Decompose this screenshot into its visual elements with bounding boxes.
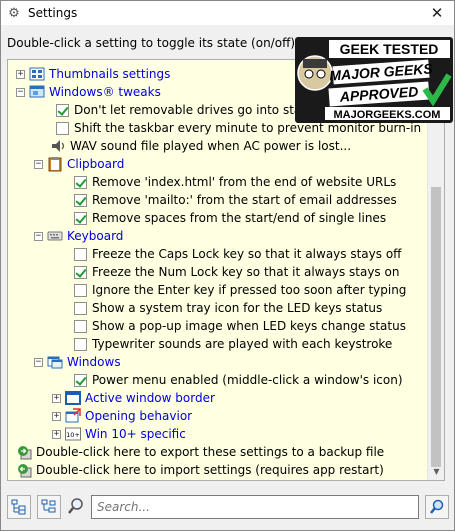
row-label: Freeze the Caps Lock key so that it alwa… <box>92 247 402 261</box>
row-label: Windows <box>67 355 121 369</box>
checkbox-unchecked[interactable] <box>56 121 69 135</box>
windows-tweaks-icon <box>29 84 45 100</box>
checkbox-checked[interactable] <box>74 265 87 279</box>
row-label: Remove 'index.html' from the end of webs… <box>92 175 397 189</box>
row-label: Double-click here to export these settin… <box>36 445 385 459</box>
row-label: Thumbnails settings <box>49 67 171 81</box>
clipboard-icon <box>47 156 63 172</box>
action-row[interactable]: WAV sound file played when AC power is l… <box>50 137 351 155</box>
checkbox-checked[interactable] <box>74 373 87 387</box>
tree-node[interactable]: − Keyboard <box>34 227 123 245</box>
keyboard-icon <box>47 228 63 244</box>
row-label: Show a system tray icon for the LED keys… <box>92 301 383 315</box>
search-input[interactable] <box>91 495 419 519</box>
expand-node-icon[interactable]: + <box>16 69 25 79</box>
row-label: Ignore the Enter key if pressed too soon… <box>92 283 407 297</box>
checkbox-checked[interactable] <box>56 103 69 117</box>
expand-node-icon[interactable]: + <box>52 429 61 439</box>
row-label: Opening behavior <box>85 409 193 423</box>
row-label: Don't let removable drives go into stand… <box>74 103 332 117</box>
speaker-icon <box>50 138 66 154</box>
tree-node[interactable]: + Active window border <box>52 389 215 407</box>
expand-tree-button[interactable] <box>7 495 31 519</box>
collapse-node-icon[interactable]: − <box>34 159 43 169</box>
setting-row[interactable]: Ignore the Enter key if pressed too soon… <box>74 281 406 299</box>
action-row[interactable]: Double-click here to import settings (re… <box>16 461 384 479</box>
logo-url: MAJORGEEKS.COM <box>334 109 441 121</box>
action-row[interactable]: Double-click here to export these settin… <box>16 443 384 461</box>
checkbox-unchecked[interactable] <box>74 337 87 351</box>
setting-row[interactable]: Power menu enabled (middle-click a windo… <box>74 371 403 389</box>
setting-row[interactable]: Show a pop-up image when LED keys change… <box>74 317 406 335</box>
row-label: Keyboard <box>67 229 124 243</box>
magnifier-icon <box>67 497 85 517</box>
checkbox-checked[interactable] <box>74 193 87 207</box>
collapse-node-icon[interactable]: − <box>34 231 43 241</box>
collapse-node-icon[interactable]: − <box>34 357 43 367</box>
setting-row[interactable]: Remove spaces from the start/end of sing… <box>74 209 386 227</box>
thumbnails-icon <box>29 66 45 82</box>
tree-node[interactable]: − Windows <box>34 353 121 371</box>
tree-node[interactable]: +10+ Win 10+ specific <box>52 425 186 443</box>
setting-row[interactable]: Typewriter sounds are played with each k… <box>74 335 392 353</box>
setting-row[interactable]: Remove 'mailto:' from the start of email… <box>74 191 397 209</box>
title-bar: ⚙ Settings ✕ <box>1 1 454 25</box>
row-label: Show a pop-up image when LED keys change… <box>92 319 406 333</box>
setting-row[interactable]: Remove 'index.html' from the end of webs… <box>74 173 396 191</box>
search-go-icon <box>430 499 444 514</box>
row-label: Freeze the Num Lock key so that it alway… <box>92 265 400 279</box>
row-label: Power menu enabled (middle-click a windo… <box>92 373 403 387</box>
window-border-icon <box>65 390 81 406</box>
collapse-node-icon[interactable]: − <box>16 87 25 97</box>
checkbox-unchecked[interactable] <box>74 247 87 261</box>
setting-row[interactable]: Show a system tray icon for the LED keys… <box>74 299 382 317</box>
row-label: Win 10+ specific <box>85 427 186 441</box>
row-label: Active window border <box>85 391 215 405</box>
checkbox-checked[interactable] <box>74 211 87 225</box>
collapse-tree-button[interactable] <box>37 495 61 519</box>
checkbox-checked[interactable] <box>74 175 87 189</box>
setting-row[interactable]: Don't let removable drives go into stand… <box>56 101 331 119</box>
expand-tree-icon <box>11 499 26 515</box>
checkbox-unchecked[interactable] <box>74 283 87 297</box>
window-title: Settings <box>28 6 78 20</box>
tree-node[interactable]: − Windows® tweaks <box>16 83 161 101</box>
expand-node-icon[interactable]: + <box>52 411 61 421</box>
row-label: Shift the taskbar every minute to preven… <box>74 121 422 135</box>
settings-window: ⚙ Settings ✕ Double-click a setting to t… <box>0 0 455 531</box>
row-label: Clipboard <box>67 157 125 171</box>
windows-icon <box>47 354 63 370</box>
checkbox-unchecked[interactable] <box>74 319 87 333</box>
logo-line1: GEEK TESTED <box>340 41 439 57</box>
row-label: WAV sound file played when AC power is l… <box>70 139 352 153</box>
scroll-down-arrow-icon[interactable]: ▼ <box>428 463 444 480</box>
row-label: Double-click here to import settings (re… <box>36 463 384 477</box>
majorgeeks-approved-logo: GEEK TESTED MAJOR GEEKS APPROVED MAJORGE… <box>295 37 453 123</box>
settings-gear-icon: ⚙ <box>8 5 20 21</box>
close-button[interactable]: ✕ <box>426 3 448 23</box>
setting-row[interactable]: Freeze the Caps Lock key so that it alwa… <box>74 245 401 263</box>
import-icon <box>16 462 32 478</box>
svg-text:10+: 10+ <box>66 431 80 439</box>
row-label: Remove 'mailto:' from the start of email… <box>92 193 397 207</box>
search-go-button[interactable] <box>425 495 449 519</box>
tree-node[interactable]: − Clipboard <box>34 155 124 173</box>
row-label: Windows® tweaks <box>49 85 161 99</box>
bottom-toolbar <box>1 493 454 525</box>
row-label: Typewriter sounds are played with each k… <box>92 337 393 351</box>
collapse-tree-icon <box>41 499 56 513</box>
export-icon <box>16 444 32 460</box>
expand-node-icon[interactable]: + <box>52 393 61 403</box>
win10-icon: 10+ <box>65 426 81 442</box>
scroll-thumb[interactable] <box>431 187 441 467</box>
tree-node[interactable]: + Opening behavior <box>52 407 192 425</box>
setting-row[interactable]: Freeze the Num Lock key so that it alway… <box>74 263 399 281</box>
row-label: Remove spaces from the start/end of sing… <box>92 211 387 225</box>
opening-behavior-icon <box>65 408 81 424</box>
checkbox-unchecked[interactable] <box>74 301 87 315</box>
tree-node[interactable]: + Thumbnails settings <box>16 65 170 83</box>
